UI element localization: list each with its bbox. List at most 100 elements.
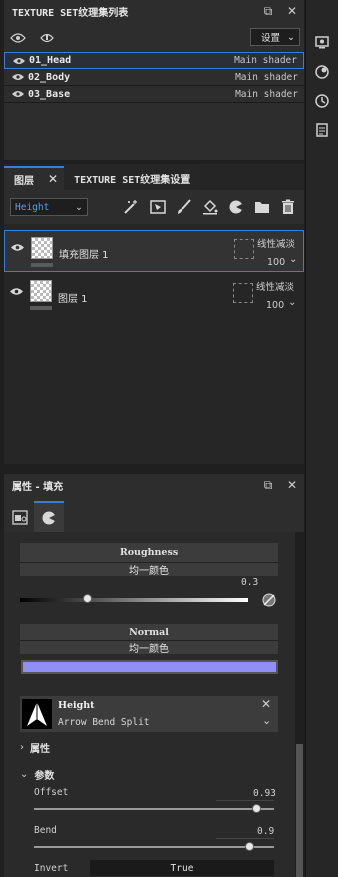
add-mask-icon[interactable]	[150, 199, 166, 215]
add-effect-icon[interactable]	[123, 199, 139, 215]
panel-title-bar: TEXTURE SET纹理集列表 ⧉ ✕	[4, 0, 304, 22]
scrollbar-thumb[interactable]	[296, 744, 303, 877]
paint-layer-icon[interactable]	[176, 199, 192, 215]
offset-value-underline	[216, 800, 274, 801]
bend-label: Bend	[34, 825, 57, 836]
settings-dropdown[interactable]: 设置 ⌄	[250, 28, 300, 46]
layer-opacity[interactable]: 100	[267, 257, 285, 268]
texture-set-row[interactable]: 01_Head Main shader	[4, 52, 304, 69]
roughness-value[interactable]: 0.3	[241, 577, 258, 588]
eye-icon[interactable]	[12, 90, 24, 98]
texture-settings-tab-icon[interactable]	[12, 510, 28, 525]
attributes-section-label: 属性	[30, 744, 50, 755]
float-panel-icon[interactable]: ⧉	[256, 478, 280, 493]
offset-value[interactable]: 0.93	[253, 788, 276, 799]
properties-tabs	[4, 496, 304, 532]
attributes-section-header[interactable]: › 属性	[20, 740, 50, 755]
roughness-label: Roughness	[20, 543, 278, 563]
properties-panel: 属性 - 填充 ⧉ ✕ Roughness 均一颜色 0.3 Normal 均一…	[4, 474, 304, 877]
texture-set-name: 03_Base	[28, 88, 71, 100]
layer-name: 图层 1	[58, 294, 88, 305]
fill-layer-icon[interactable]	[202, 199, 218, 215]
scrollbar-track[interactable]	[295, 532, 304, 877]
chevron-down-icon: ⌄	[75, 201, 83, 213]
layer-blend-mode[interactable]: 线性减淡	[256, 279, 294, 293]
params-section-label: 参数	[34, 771, 55, 782]
bend-knob[interactable]	[245, 842, 254, 851]
texture-set-row[interactable]: 03_Base Main shader	[4, 86, 304, 103]
layers-tabs: 图层 ✕ TEXTURE SET纹理集设置	[4, 164, 304, 190]
tab-layers-label: 图层	[14, 175, 34, 187]
invert-toggle[interactable]: True	[90, 860, 274, 876]
roughness-gradient	[20, 598, 248, 602]
offset-track	[34, 808, 274, 810]
chevron-down-icon[interactable]: ⌄	[262, 714, 271, 727]
close-icon[interactable]: ✕	[280, 478, 304, 492]
solo-icon[interactable]	[40, 32, 54, 44]
invert-value: True	[170, 862, 194, 874]
channel-label: Height	[15, 201, 50, 213]
layer-opacity[interactable]: 100	[266, 300, 284, 311]
height-label: Height	[58, 700, 95, 711]
layer-row[interactable]: 填充图层 1 线性减淡 100 ⌄	[4, 230, 304, 272]
texture-set-shader: Main shader	[235, 88, 298, 100]
eye-settings-icon[interactable]	[10, 32, 26, 44]
float-panel-icon[interactable]: ⧉	[256, 4, 280, 19]
height-resource-thumbnail	[22, 699, 52, 729]
tab-layers[interactable]: 图层 ✕	[4, 166, 65, 190]
chevron-down-icon[interactable]: ⌄	[289, 254, 297, 265]
layer-mask-bar	[30, 306, 52, 310]
roughness-property[interactable]: Roughness 均一颜色	[20, 543, 278, 577]
offset-slider[interactable]	[34, 802, 274, 816]
offset-knob[interactable]	[252, 804, 262, 813]
height-property[interactable]: Height Arrow Bend Split ✕ ⌄	[20, 696, 278, 732]
layer-thumbnail	[31, 237, 53, 259]
shader-icon[interactable]	[314, 64, 330, 80]
normal-color-swatch[interactable]	[21, 660, 278, 674]
normal-mode[interactable]: 均一颜色	[20, 641, 278, 655]
properties-content: Roughness 均一颜色 0.3 Normal 均一颜色 Height Ar…	[4, 532, 304, 877]
layer-mask-placeholder	[234, 239, 254, 259]
texture-set-row[interactable]: 02_Body Main shader	[4, 69, 304, 86]
normal-label: Normal	[20, 624, 278, 641]
normal-property[interactable]: Normal 均一颜色	[20, 624, 278, 655]
bend-value[interactable]: 0.9	[257, 826, 274, 837]
offset-label: Offset	[34, 787, 69, 798]
texture-set-list-panel: TEXTURE SET纹理集列表 ⧉ ✕ 设置 ⌄ 01_Head Main s…	[4, 0, 304, 160]
chevron-down-icon: ⌄	[20, 769, 29, 780]
texture-set-shader: Main shader	[235, 71, 298, 83]
eye-icon[interactable]	[11, 243, 24, 252]
roughness-slider[interactable]	[20, 590, 248, 610]
settings-label: 设置	[261, 33, 281, 44]
history-icon[interactable]	[314, 93, 330, 109]
log-icon[interactable]	[314, 122, 330, 138]
fill-tab[interactable]	[34, 501, 64, 532]
roughness-mode[interactable]: 均一颜色	[20, 563, 278, 577]
folder-icon[interactable]	[254, 199, 270, 215]
clear-resource-icon[interactable]: ✕	[261, 697, 271, 711]
eye-icon[interactable]	[12, 73, 24, 81]
panel-title: 属性 - 填充	[12, 481, 64, 493]
chevron-right-icon: ›	[20, 742, 24, 753]
chevron-down-icon: ⌄	[287, 31, 295, 43]
texture-set-shader: Main shader	[234, 55, 297, 66]
layer-thumbnail	[30, 280, 52, 302]
chevron-down-icon[interactable]: ⌄	[288, 297, 296, 308]
bend-slider[interactable]	[34, 840, 274, 854]
params-section-header[interactable]: ⌄ 参数	[20, 767, 54, 782]
channel-dropdown[interactable]: Height ⌄	[10, 198, 88, 216]
tab-texture-set-settings[interactable]: TEXTURE SET纹理集设置	[64, 166, 201, 190]
layer-mask-placeholder	[233, 283, 253, 303]
texture-set-icon[interactable]	[314, 34, 330, 50]
smart-material-icon[interactable]	[228, 199, 244, 215]
delete-icon[interactable]	[280, 199, 296, 215]
eye-icon[interactable]	[13, 57, 25, 65]
close-tab-icon[interactable]: ✕	[48, 172, 58, 186]
layer-blend-mode[interactable]: 线性减淡	[257, 236, 295, 250]
layer-row[interactable]: 图层 1 线性减淡 100 ⌄	[4, 274, 304, 316]
reset-toggle-icon[interactable]	[262, 593, 276, 607]
texture-set-toolbar: 设置 ⌄	[4, 22, 304, 52]
close-icon[interactable]: ✕	[280, 4, 304, 18]
eye-icon[interactable]	[10, 287, 23, 296]
height-resource-name: Arrow Bend Split	[58, 717, 150, 728]
